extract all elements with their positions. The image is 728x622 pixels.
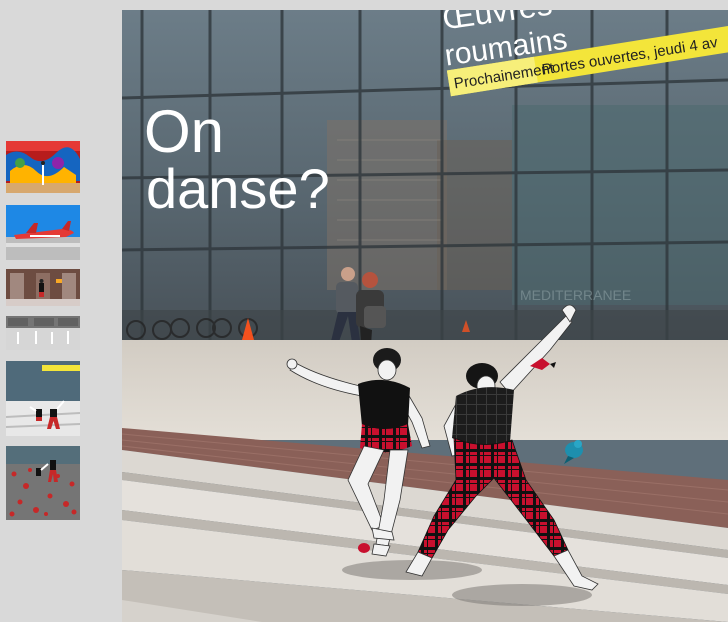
sign-left-line2: danse? (146, 157, 330, 220)
thumb-group-image (6, 316, 80, 350)
thumb-dancer-arcade[interactable] (6, 269, 80, 306)
plaza-floor (122, 340, 728, 440)
sign-left-line1: On (144, 98, 224, 165)
thumb-red-aircraft[interactable] (6, 205, 80, 260)
glass-text: MEDITERRANEE (520, 287, 631, 303)
scene-image: Prochainement Portes ouvertes, jeudi 4 a… (122, 10, 728, 622)
thumb-graffiti-image (6, 141, 80, 193)
thumb-arcade-image (6, 269, 80, 306)
thumb-red-petals-dancers[interactable] (6, 446, 80, 520)
red-shoe (358, 543, 370, 553)
thumb-graffiti-dancer[interactable] (6, 141, 80, 193)
thumb-current-dancers[interactable] (6, 361, 80, 436)
thumb-petals-image (6, 446, 80, 520)
thumb-current-image (6, 361, 80, 436)
thumb-aircraft-image (6, 205, 80, 260)
thumb-dancer-group[interactable] (6, 316, 80, 350)
thumbnail-sidebar (0, 0, 122, 622)
main-image-viewer: Prochainement Portes ouvertes, jeudi 4 a… (122, 10, 728, 622)
blue-bird (564, 440, 583, 464)
